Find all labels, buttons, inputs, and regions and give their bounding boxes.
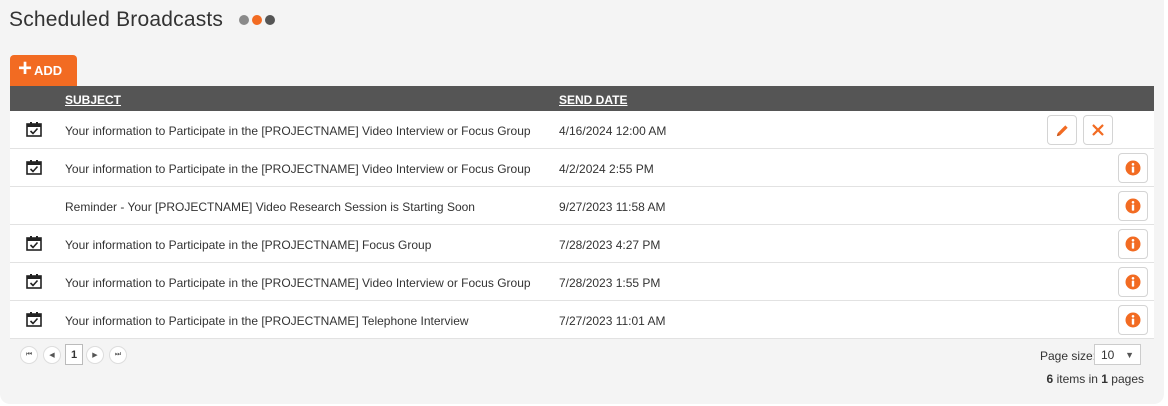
page-size-label: Page size: [1040,349,1097,363]
add-button[interactable]: + ADD [10,55,77,86]
scheduled-broadcasts-panel: Scheduled Broadcasts + ADD SUBJECT SEND … [0,0,1164,404]
info-icon [1125,274,1141,290]
table-row[interactable]: Your information to Participate in the [… [10,301,1154,339]
subject-cell: Reminder - Your [PROJECTNAME] Video Rese… [65,200,475,214]
send-date-cell: 7/28/2023 1:55 PM [559,276,661,290]
items-info: 6 items in 1 pages [1047,372,1144,386]
column-header-subject[interactable]: SUBJECT [65,93,121,107]
grid-body: Your information to Participate in the [… [10,111,1154,339]
calendar-check-icon [26,312,42,327]
send-date-cell: 4/16/2024 12:00 AM [559,124,667,138]
column-header-send-date[interactable]: SEND DATE [559,93,627,107]
items-count: 6 [1046,372,1054,386]
info-button[interactable] [1118,229,1148,259]
calendar-check-icon [26,236,42,251]
page-number-button[interactable]: 1 [65,344,83,365]
grid-header: SUBJECT SEND DATE [10,86,1154,111]
subject-cell: Your information to Participate in the [… [65,314,469,328]
table-row[interactable]: Your information to Participate in the [… [10,225,1154,263]
subject-cell: Your information to Participate in the [… [65,162,531,176]
prev-page-icon[interactable]: ◀ [43,346,61,364]
info-icon [1125,160,1141,176]
last-page-icon[interactable]: ⏭ [109,346,127,364]
info-button[interactable] [1118,267,1148,297]
items-mid: items in [1056,372,1098,386]
dot-3 [265,15,275,25]
calendar-check-icon [26,274,42,289]
chevron-down-icon: ▼ [1125,350,1134,360]
info-button[interactable] [1118,305,1148,335]
send-date-cell: 4/2/2024 2:55 PM [559,162,654,176]
send-date-cell: 9/27/2023 11:58 AM [559,200,666,214]
delete-button[interactable] [1083,115,1113,145]
table-row[interactable]: Reminder - Your [PROJECTNAME] Video Rese… [10,187,1154,225]
table-row[interactable]: Your information to Participate in the [… [10,263,1154,301]
plus-icon: + [18,55,33,82]
info-button[interactable] [1118,191,1148,221]
table-row[interactable]: Your information to Participate in the [… [10,149,1154,187]
close-icon [1091,123,1105,137]
info-icon [1125,312,1141,328]
dot-2 [252,15,262,25]
table-row[interactable]: Your information to Participate in the [… [10,111,1154,149]
send-date-cell: 7/28/2023 4:27 PM [559,238,661,252]
pages-label: pages [1111,372,1144,386]
edit-button[interactable] [1047,115,1077,145]
dot-1 [239,15,249,25]
page-size-value: 10 [1101,347,1115,362]
page-size-select[interactable]: 10 ▼ [1094,344,1141,365]
calendar-check-icon [26,122,42,137]
first-page-icon[interactable]: ⏮ [20,346,38,364]
page-title: Scheduled Broadcasts [9,8,224,31]
info-button[interactable] [1118,153,1148,183]
subject-cell: Your information to Participate in the [… [65,276,531,290]
info-icon [1125,236,1141,252]
info-icon [1125,198,1141,214]
pencil-icon [1055,123,1070,138]
subject-cell: Your information to Participate in the [… [65,124,531,138]
loading-dots [239,15,275,25]
broadcasts-grid: SUBJECT SEND DATE Your information to Pa… [10,86,1154,391]
pages-count: 1 [1101,372,1108,386]
next-page-icon[interactable]: ▶ [86,346,104,364]
subject-cell: Your information to Participate in the [… [65,238,432,252]
calendar-check-icon [26,160,42,175]
pager: ⏮ ◀ 1 ▶ ⏭ Page size: 10 ▼ 6 items in 1 p… [10,339,1154,391]
add-button-label: ADD [34,63,63,78]
send-date-cell: 7/27/2023 11:01 AM [559,314,666,328]
